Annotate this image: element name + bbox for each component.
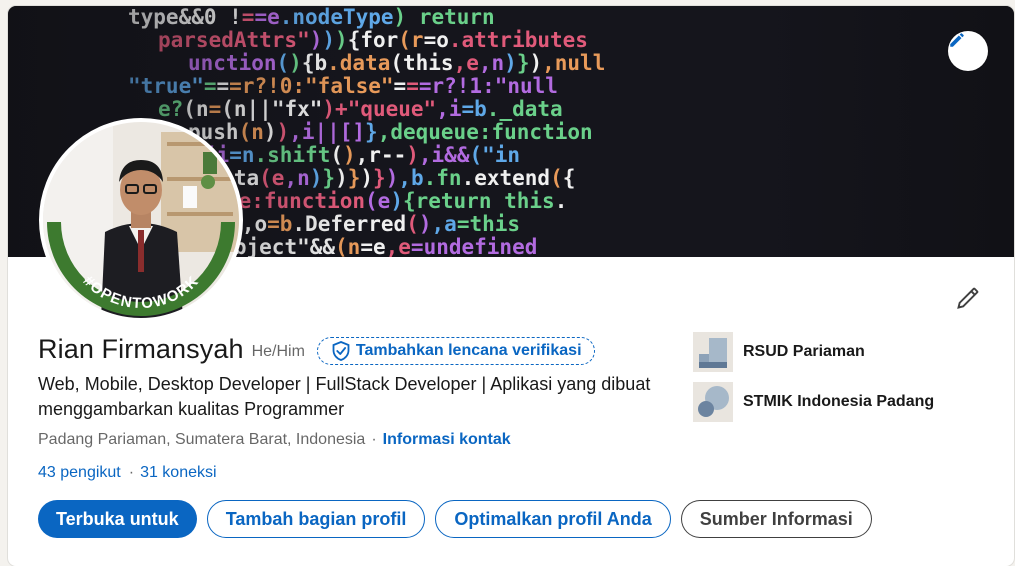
- profile-headline: Web, Mobile, Desktop Developer | FullSta…: [38, 374, 651, 419]
- school-logo-icon: [693, 382, 733, 422]
- followers-link[interactable]: 43 pengikut: [38, 464, 121, 481]
- profile-name: Rian Firmansyah: [38, 334, 244, 364]
- verify-label: Tambahkan lencana verifikasi: [355, 341, 582, 359]
- pencil-icon: [957, 287, 979, 309]
- org-name: RSUD Pariaman: [743, 343, 865, 360]
- connections-link[interactable]: 31 koneksi: [140, 464, 217, 481]
- profile-photo: #OPENTOWORK: [43, 122, 239, 318]
- profile-card: type&&0 !==e.nodeType) returnparsedAttrs…: [8, 6, 1014, 566]
- pronouns: He/Him: [251, 342, 305, 360]
- edit-banner-button[interactable]: [948, 31, 988, 71]
- profile-actions: Terbuka untuk Tambah bagian profil Optim…: [38, 500, 872, 538]
- experience-education-list: RSUD Pariaman STMIK Indonesia Padang: [693, 332, 934, 432]
- network-stats: 43 pengikut · 31 koneksi: [38, 464, 217, 482]
- name-row: Rian Firmansyah He/Him Tambahkan lencana…: [38, 334, 595, 365]
- pencil-icon: [950, 33, 964, 47]
- verified-shield-icon: [332, 340, 350, 361]
- add-profile-section-button[interactable]: Tambah bagian profil: [206, 500, 426, 538]
- contact-info-link[interactable]: Informasi kontak: [383, 431, 511, 448]
- org-name: STMIK Indonesia Padang: [743, 393, 935, 410]
- stats-separator: ·: [128, 464, 135, 481]
- location-row: Padang Pariaman, Sumatera Barat, Indones…: [38, 431, 511, 449]
- edit-intro-button[interactable]: [948, 278, 988, 318]
- open-to-button[interactable]: Terbuka untuk: [38, 500, 197, 538]
- location-separator: ·: [371, 431, 377, 448]
- company-logo-icon: [693, 332, 733, 372]
- add-verification-badge-button[interactable]: Tambahkan lencana verifikasi: [316, 336, 595, 365]
- profile-avatar[interactable]: #OPENTOWORK: [39, 118, 243, 322]
- org-item-stmik-indonesia-padang[interactable]: STMIK Indonesia Padang: [693, 382, 934, 422]
- resources-button[interactable]: Sumber Informasi: [680, 500, 872, 538]
- optimize-profile-button[interactable]: Optimalkan profil Anda: [435, 500, 671, 538]
- location-text: Padang Pariaman, Sumatera Barat, Indones…: [38, 431, 366, 448]
- org-item-rsud-pariaman[interactable]: RSUD Pariaman: [693, 332, 934, 372]
